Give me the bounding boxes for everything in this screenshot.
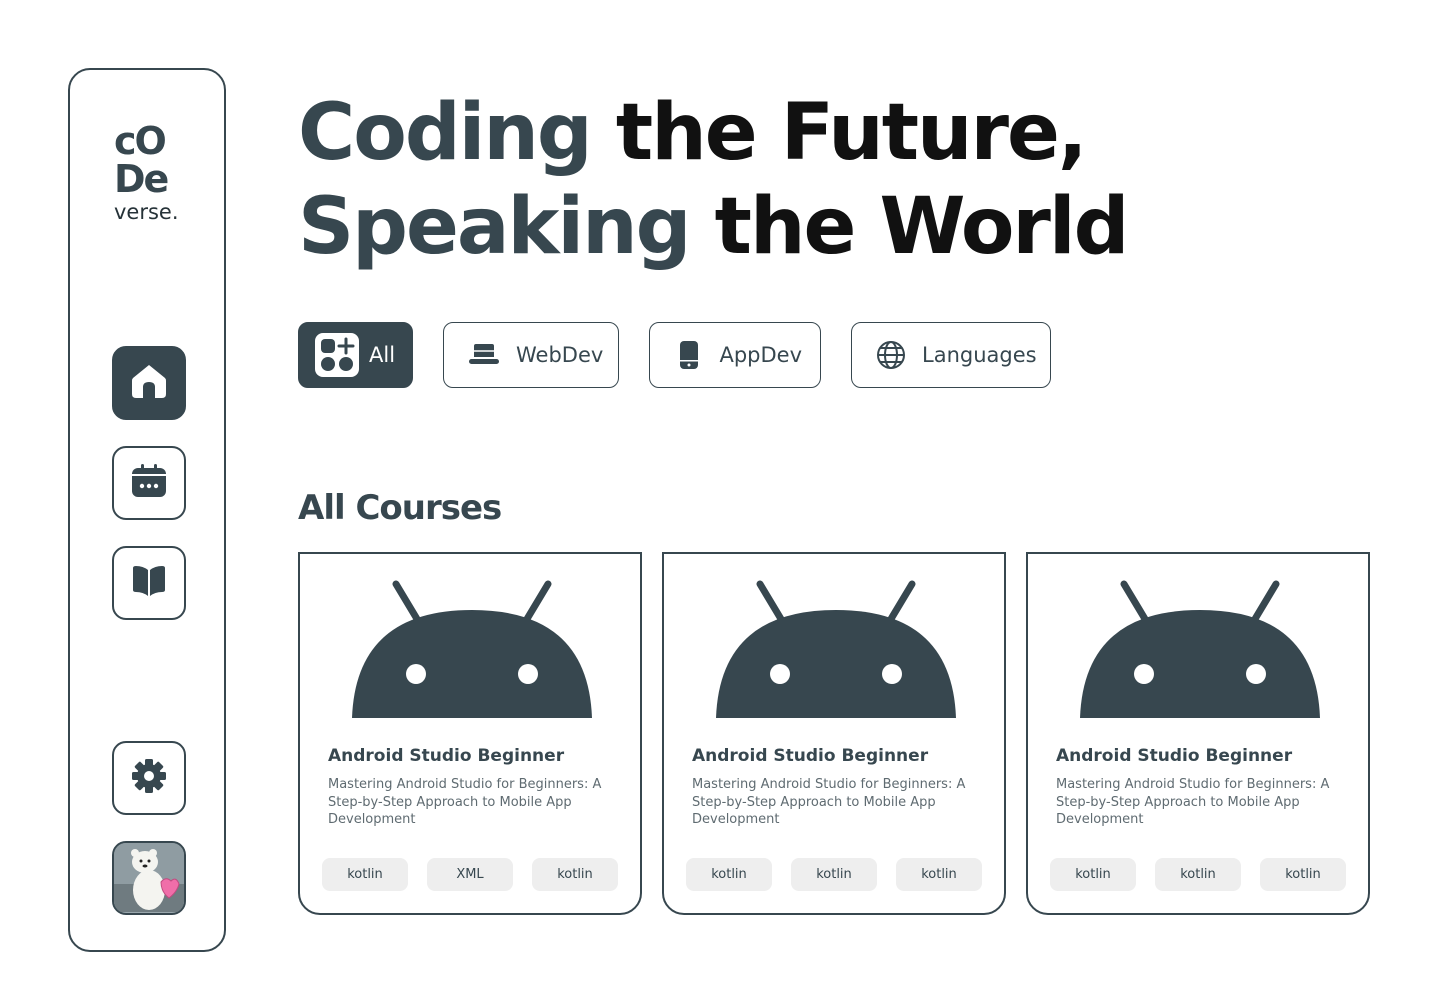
filter-appdev-label: AppDev bbox=[719, 343, 802, 367]
android-logo-icon bbox=[716, 580, 956, 718]
section-title: All Courses bbox=[298, 488, 502, 528]
course-title: Android Studio Beginner bbox=[1056, 746, 1293, 766]
course-tag[interactable]: XML bbox=[427, 858, 513, 891]
apps-add-icon bbox=[315, 333, 359, 377]
logo-line-3: verse. bbox=[114, 200, 179, 224]
book-icon bbox=[130, 562, 168, 605]
course-title: Android Studio Beginner bbox=[328, 746, 565, 766]
sidebar-item-calendar[interactable] bbox=[112, 446, 186, 520]
filter-languages[interactable]: Languages bbox=[851, 322, 1051, 388]
course-tags: kotlin kotlin kotlin bbox=[686, 858, 984, 892]
course-tag[interactable]: kotlin bbox=[791, 858, 877, 891]
course-tag[interactable]: kotlin bbox=[1155, 858, 1241, 891]
sidebar-item-courses[interactable] bbox=[112, 546, 186, 620]
course-title: Android Studio Beginner bbox=[692, 746, 929, 766]
sidebar: cO De verse. bbox=[68, 68, 226, 952]
android-logo-icon bbox=[1080, 580, 1320, 718]
hero-line-2-bold: Speaking bbox=[298, 182, 692, 272]
phone-icon bbox=[674, 339, 703, 371]
filter-languages-label: Languages bbox=[922, 343, 1037, 367]
sidebar-item-settings[interactable] bbox=[112, 741, 186, 815]
course-tags: kotlin kotlin kotlin bbox=[1050, 858, 1348, 892]
globe-icon bbox=[876, 339, 906, 371]
course-description: Mastering Android Studio for Beginners: … bbox=[692, 777, 966, 827]
calendar-icon bbox=[130, 462, 168, 505]
course-tag[interactable]: kotlin bbox=[532, 858, 618, 891]
course-tag[interactable]: kotlin bbox=[1050, 858, 1136, 891]
filter-all[interactable]: All bbox=[298, 322, 413, 388]
course-tag[interactable]: kotlin bbox=[322, 858, 408, 891]
course-tag[interactable]: kotlin bbox=[896, 858, 982, 891]
avatar bbox=[114, 843, 184, 913]
home-icon bbox=[129, 361, 169, 406]
hero-line-1-bold: Coding bbox=[298, 88, 593, 178]
filter-webdev[interactable]: WebDev bbox=[443, 322, 619, 388]
course-card[interactable]: Android Studio Beginner Mastering Androi… bbox=[298, 552, 642, 915]
logo-line-2: De bbox=[114, 157, 169, 201]
logo-line-1: cO bbox=[114, 119, 167, 163]
filter-appdev[interactable]: AppDev bbox=[649, 322, 821, 388]
course-tags: kotlin XML kotlin bbox=[322, 858, 620, 892]
codeverse-logo[interactable]: cO De verse. bbox=[114, 122, 194, 223]
course-description: Mastering Android Studio for Beginners: … bbox=[1056, 777, 1330, 827]
android-logo-icon bbox=[352, 580, 592, 718]
hero-line-2-rest: the World bbox=[689, 182, 1130, 272]
course-description: Mastering Android Studio for Beginners: … bbox=[328, 777, 602, 827]
gear-icon bbox=[130, 757, 168, 800]
sidebar-item-home[interactable] bbox=[112, 346, 186, 420]
sidebar-item-profile[interactable] bbox=[112, 841, 186, 915]
filter-all-label: All bbox=[369, 343, 396, 367]
course-card[interactable]: Android Studio Beginner Mastering Androi… bbox=[662, 552, 1006, 915]
hero-line-2: Speaking the World bbox=[298, 180, 1130, 274]
laptop-icon bbox=[468, 339, 500, 371]
hero-headline: Coding the Future, Speaking the World bbox=[298, 86, 1130, 274]
hero-line-1-rest: the Future, bbox=[590, 88, 1088, 178]
course-tag[interactable]: kotlin bbox=[1260, 858, 1346, 891]
course-card[interactable]: Android Studio Beginner Mastering Androi… bbox=[1026, 552, 1370, 915]
hero-line-1: Coding the Future, bbox=[298, 86, 1127, 180]
filter-webdev-label: WebDev bbox=[516, 343, 604, 367]
course-tag[interactable]: kotlin bbox=[686, 858, 772, 891]
